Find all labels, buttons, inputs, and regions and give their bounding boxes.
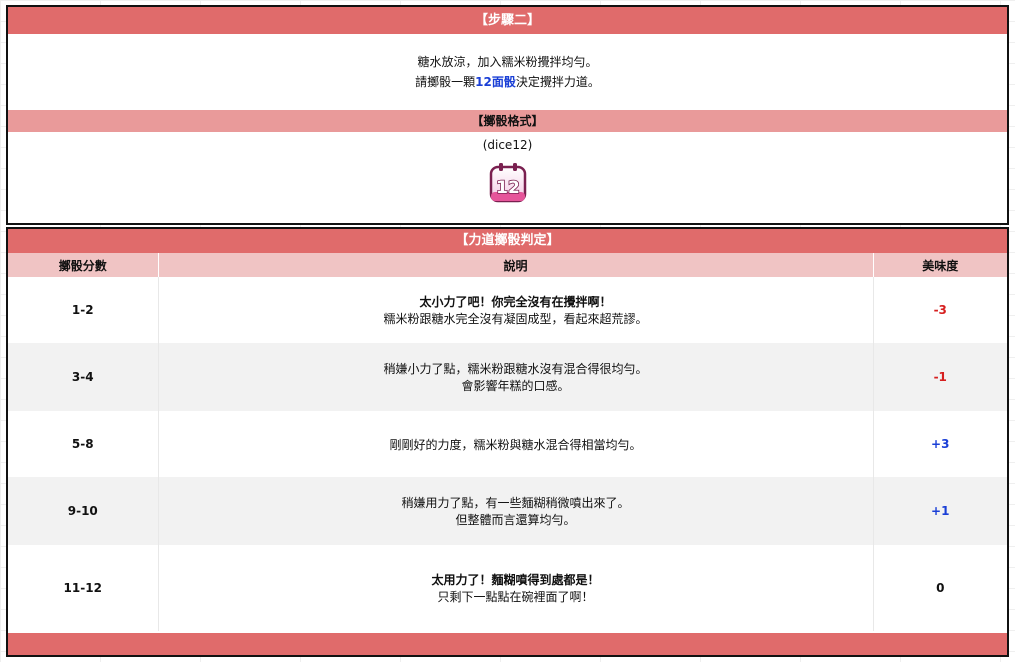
- intro-line-2-pre: 請擲骰一顆: [415, 75, 476, 89]
- step-title: 【步驟二】: [8, 7, 1007, 34]
- row-description-line2: 糯米粉跟糖水完全沒有凝固成型，看起來超荒謬。: [383, 312, 648, 326]
- judge-table: 擲骰分數 說明 美味度 1-2 太小力了吧！你完全沒有在攪拌啊！ 糯米粉跟糖水完…: [8, 253, 1007, 631]
- intro-line-1: 糖水放涼，加入糯米粉攪拌均勻。: [417, 55, 598, 69]
- row-taste: 0: [936, 581, 945, 595]
- judge-panel: 【力道擲骰判定】 擲骰分數 說明 美味度 1-2 太小力了吧！你完全沒有在攪拌啊…: [6, 227, 1009, 657]
- intro-line-2: 請擲骰一顆12面骰決定攪拌力道。: [415, 72, 600, 92]
- row-score: 5-8: [8, 411, 159, 477]
- row-score: 1-2: [8, 277, 159, 343]
- row-score: 11-12: [8, 545, 159, 631]
- row-description-line2: 只剩下一點點在碗裡面了啊！: [437, 590, 594, 604]
- row-taste: -3: [933, 303, 947, 317]
- step-intro: 糖水放涼，加入糯米粉攪拌均勻。 請擲骰一顆12面骰決定攪拌力道。: [8, 34, 1007, 110]
- format-value: (dice12): [482, 138, 533, 152]
- row-description: 太小力了吧！你完全沒有在攪拌啊！ 糯米粉跟糖水完全沒有凝固成型，看起來超荒謬。: [158, 277, 874, 343]
- dice12-icon: 12: [488, 162, 528, 204]
- row-description: 太用力了！麵糊噴得到處都是！ 只剩下一點點在碗裡面了啊！: [158, 545, 874, 631]
- row-description-line1: 剛剛好的力度，糯米粉與糖水混合得相當均勻。: [389, 437, 642, 452]
- table-row: 1-2 太小力了吧！你完全沒有在攪拌啊！ 糯米粉跟糖水完全沒有凝固成型，看起來超…: [8, 277, 1007, 343]
- header-description: 說明: [158, 253, 874, 277]
- format-section: (dice12) 12: [8, 132, 1007, 223]
- row-score: 3-4: [8, 343, 159, 411]
- dice-type-highlight: 12面骰: [475, 75, 516, 89]
- table-row: 5-8 剛剛好的力度，糯米粉與糖水混合得相當均勻。 +3: [8, 411, 1007, 477]
- row-description-line2: 會影響年糕的口感。: [461, 379, 570, 393]
- row-description: 稍嫌用力了點，有一些麵糊稍微噴出來了。 但整體而言還算均勻。: [158, 477, 874, 545]
- row-description-line1: 稍嫌用力了點，有一些麵糊稍微噴出來了。: [401, 496, 630, 510]
- table-row: 11-12 太用力了！麵糊噴得到處都是！ 只剩下一點點在碗裡面了啊！ 0: [8, 545, 1007, 631]
- row-description-line1: 太小力了吧！你完全沒有在攪拌啊！: [419, 295, 612, 309]
- row-taste: +1: [873, 477, 1007, 545]
- table-footer-bar: [8, 633, 1007, 655]
- table-row: 3-4 稍嫌小力了點，糯米粉跟糖水沒有混合得很均勻。 會影響年糕的口感。 -1: [8, 343, 1007, 411]
- judge-title: 【力道擲骰判定】: [8, 229, 1007, 253]
- table-header-row: 擲骰分數 說明 美味度: [8, 253, 1007, 277]
- svg-text:12: 12: [496, 178, 520, 198]
- row-taste: -1: [873, 343, 1007, 411]
- row-description-line1: 太用力了！麵糊噴得到處都是！: [431, 573, 600, 587]
- row-description-line2: 但整體而言還算均勻。: [455, 513, 576, 527]
- row-description: 稍嫌小力了點，糯米粉跟糖水沒有混合得很均勻。 會影響年糕的口感。: [158, 343, 874, 411]
- intro-line-2-post: 決定攪拌力道。: [515, 75, 600, 89]
- row-taste: +3: [931, 437, 950, 451]
- format-title: 【擲骰格式】: [8, 110, 1007, 132]
- header-taste: 美味度: [873, 253, 1007, 277]
- step-two-panel: 【步驟二】 糖水放涼，加入糯米粉攪拌均勻。 請擲骰一顆12面骰決定攪拌力道。 【…: [6, 5, 1009, 225]
- row-description-line1: 稍嫌小力了點，糯米粉跟糖水沒有混合得很均勻。: [383, 362, 648, 376]
- row-description: 剛剛好的力度，糯米粉與糖水混合得相當均勻。: [158, 411, 874, 477]
- row-score: 9-10: [8, 477, 159, 545]
- header-score: 擲骰分數: [8, 253, 159, 277]
- table-row: 9-10 稍嫌用力了點，有一些麵糊稍微噴出來了。 但整體而言還算均勻。 +1: [8, 477, 1007, 545]
